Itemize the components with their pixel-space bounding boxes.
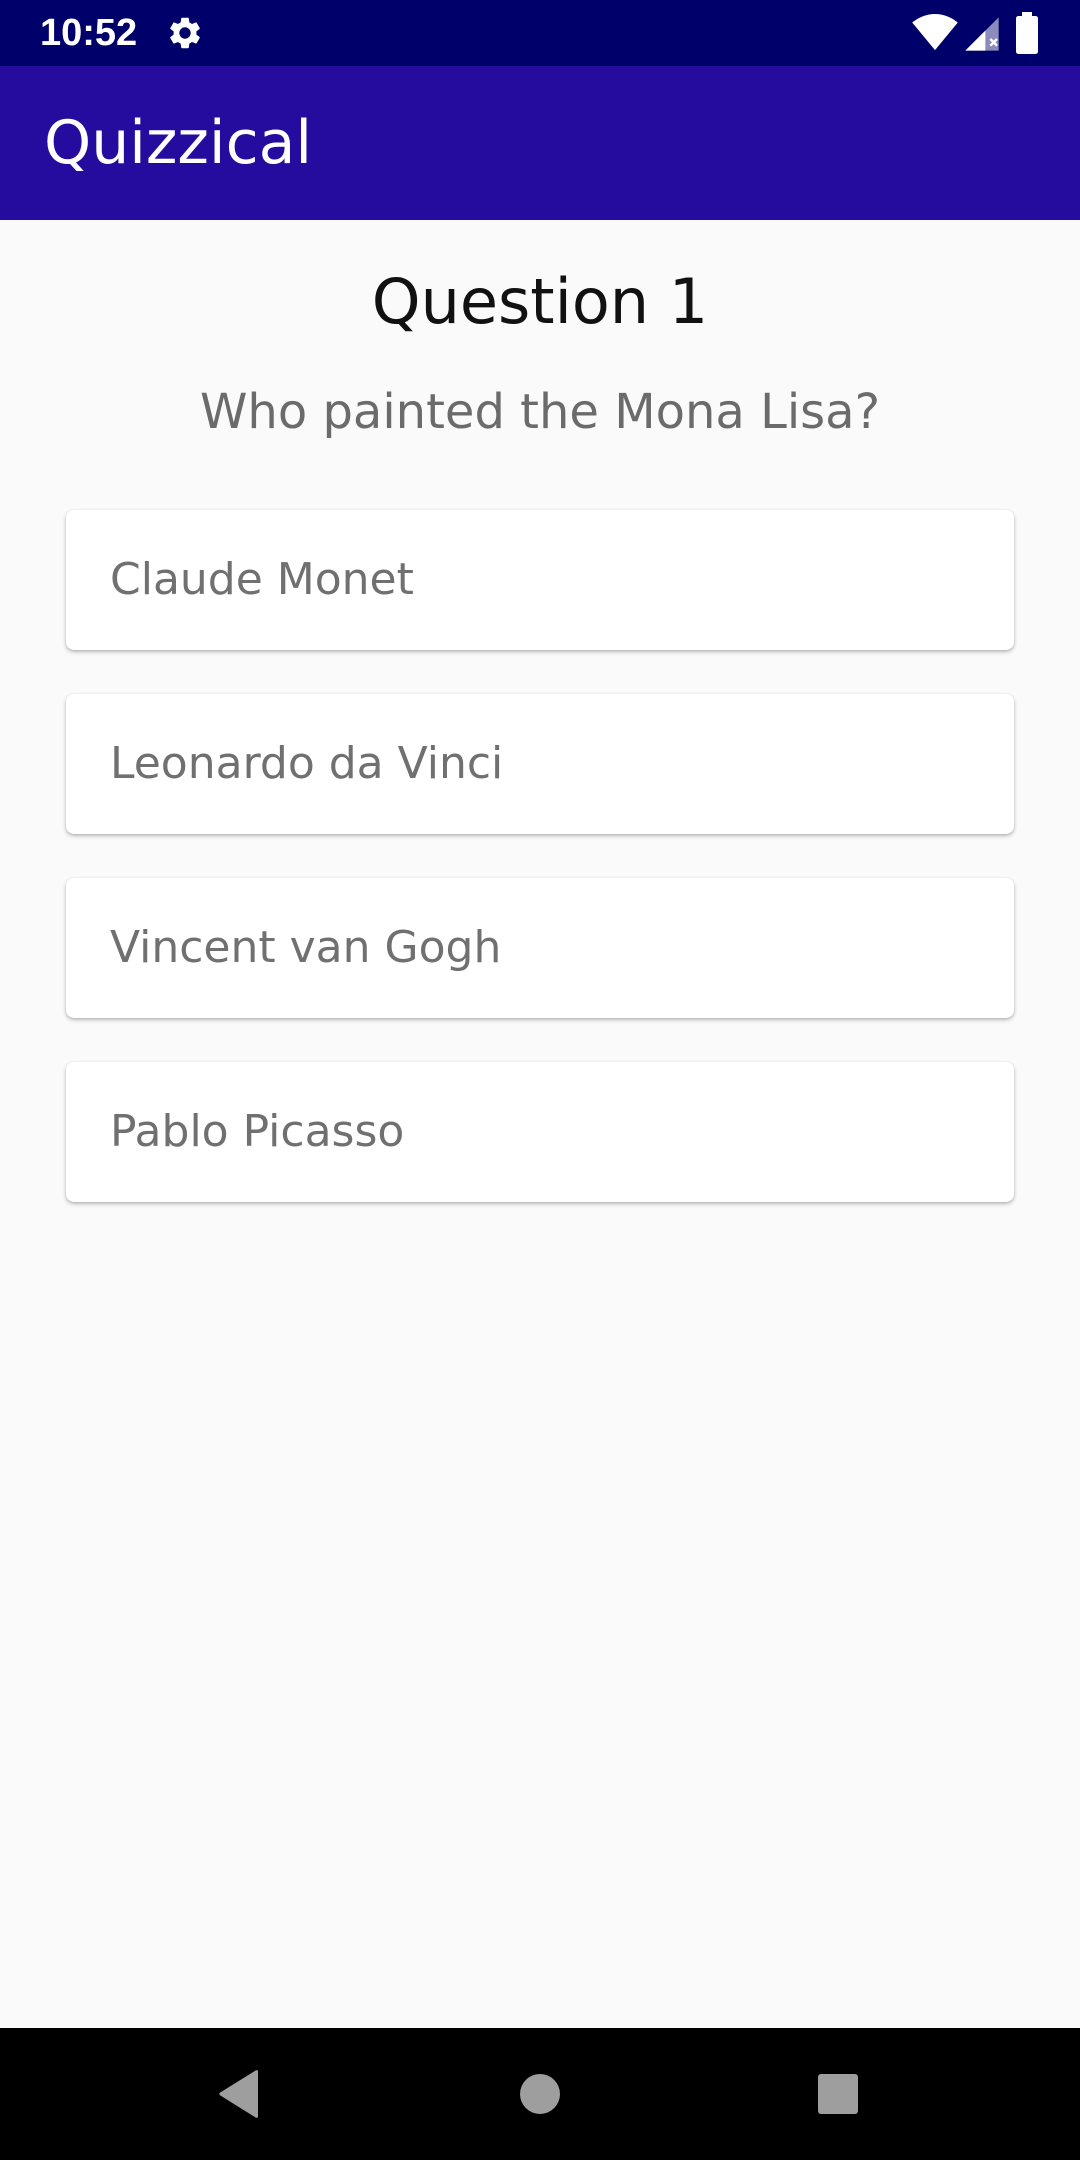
recents-icon[interactable] <box>818 2074 858 2114</box>
status-time: 10:52 <box>40 12 138 54</box>
gear-icon <box>170 17 200 49</box>
app-title: Quizzical <box>44 108 313 178</box>
back-icon[interactable] <box>218 2070 260 2118</box>
answer-option-leonardo-da-vinci[interactable]: Leonardo da Vinci <box>66 694 1014 834</box>
answer-label: Vincent van Gogh <box>110 922 502 973</box>
navigation-bar <box>0 2028 1080 2160</box>
answer-label: Claude Monet <box>110 554 414 605</box>
battery-icon <box>1016 12 1038 54</box>
answer-option-claude-monet[interactable]: Claude Monet <box>66 510 1014 650</box>
answer-label: Pablo Picasso <box>110 1106 405 1157</box>
answer-label: Leonardo da Vinci <box>110 738 504 789</box>
status-bar: 10:52 <box>0 0 1080 66</box>
question-number: Question 1 <box>371 265 709 338</box>
wifi-icon <box>912 14 958 51</box>
answer-option-vincent-van-gogh[interactable]: Vincent van Gogh <box>66 878 1014 1018</box>
answer-list: Claude Monet Leonardo da Vinci Vincent v… <box>66 510 1014 1246</box>
home-icon[interactable] <box>520 2074 560 2114</box>
signal-icon <box>965 17 999 51</box>
question-text: Who painted the Mona Lisa? <box>199 384 881 440</box>
answer-option-pablo-picasso[interactable]: Pablo Picasso <box>66 1062 1014 1202</box>
app-bar: Quizzical <box>0 66 1080 220</box>
